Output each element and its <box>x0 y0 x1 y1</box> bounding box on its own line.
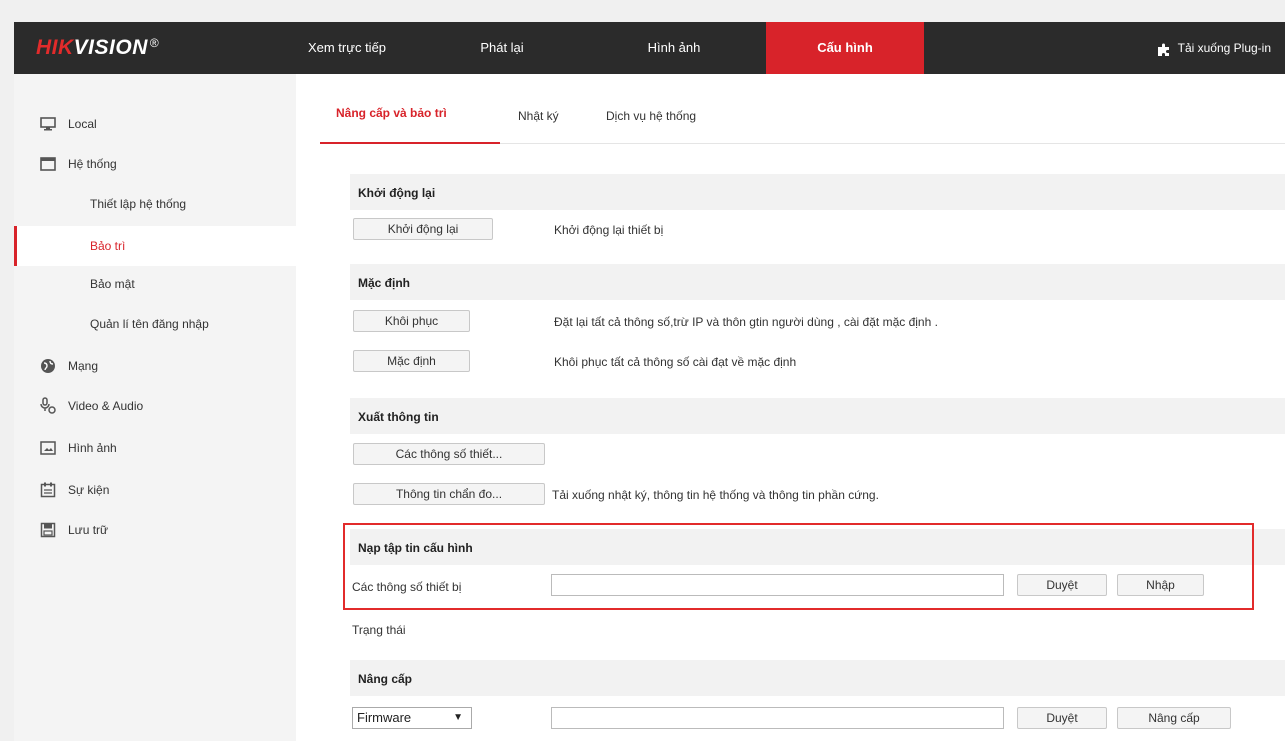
reboot-button[interactable]: Khởi động lại <box>353 218 493 240</box>
section-title: Khởi động lại <box>358 186 436 200</box>
top-navigation-bar: HIKVISION ® Xem trực tiếp Phát lại Hình ả… <box>14 22 1285 74</box>
sidebar-item-label: Bảo trì <box>90 239 126 253</box>
section-header-export: Xuất thông tin <box>350 398 1285 434</box>
globe-icon <box>38 356 58 376</box>
sidebar-item-label: Thiết lập hệ thống <box>90 197 187 211</box>
diagnostics-description: Tải xuống nhật ký, thông tin hệ thống và… <box>552 488 879 502</box>
upgrade-type-selected: Firmware <box>357 710 412 725</box>
default-description: Khôi phục tất cả thông số cài đạt về mặc… <box>554 355 797 369</box>
sidebar-item-system-settings[interactable]: Thiết lập hệ thống <box>14 184 296 224</box>
storage-icon <box>38 520 58 540</box>
image-icon <box>38 438 58 458</box>
monitor-icon <box>38 114 58 134</box>
logo-red-text: HIK <box>36 36 74 59</box>
puzzle-icon <box>1157 43 1169 56</box>
section-header-default: Mặc định <box>350 264 1285 300</box>
chevron-down-icon: ▼ <box>453 712 463 723</box>
export-device-params-button[interactable]: Các thông số thiết... <box>353 443 545 465</box>
section-title: Xuất thông tin <box>358 410 439 424</box>
tab-log[interactable]: Nhật ký <box>518 109 559 123</box>
audio-video-icon <box>38 396 58 416</box>
download-plugin-label: Tải xuống Plug-in <box>1177 41 1271 55</box>
sidebar-item-label: Quản lí tên đăng nhập <box>90 317 209 331</box>
sidebar-item-label: Hình ảnh <box>68 441 117 455</box>
sidebar: Local Hệ thống Thiết lập hệ thống Bảo tr… <box>14 74 299 741</box>
sidebar-item-events[interactable]: Sự kiện <box>14 470 296 510</box>
sidebar-item-label: Lưu trữ <box>68 523 109 537</box>
logo-white-text: VISION <box>73 36 148 59</box>
upgrade-browse-button[interactable]: Duyệt <box>1017 707 1107 729</box>
sidebar-item-local[interactable]: Local <box>14 104 296 144</box>
upgrade-type-select[interactable]: Firmware ▼ <box>352 707 472 729</box>
logo-registered-mark: ® <box>149 36 160 50</box>
status-label: Trạng thái <box>352 623 406 637</box>
section-header-upgrade: Nâng cấp <box>350 660 1285 696</box>
sidebar-item-video-audio[interactable]: Video & Audio <box>14 386 296 426</box>
restore-description: Đặt lại tất cả thông số,trừ IP và thôn g… <box>554 315 938 329</box>
nav-image[interactable]: Hình ảnh <box>614 22 734 74</box>
sidebar-item-label: Mạng <box>68 359 99 373</box>
sidebar-item-label: Sự kiện <box>68 483 110 497</box>
sidebar-item-system[interactable]: Hệ thống <box>14 144 296 184</box>
calendar-icon <box>38 480 58 500</box>
section-title: Nâng cấp <box>358 672 413 686</box>
sidebar-item-label: Local <box>68 117 97 131</box>
sidebar-item-network[interactable]: Mạng <box>14 346 296 386</box>
section-title: Mặc định <box>358 276 411 290</box>
upgrade-button[interactable]: Nâng cấp <box>1117 707 1231 729</box>
nav-playback[interactable]: Phát lại <box>452 22 552 74</box>
restore-button[interactable]: Khôi phục <box>353 310 470 332</box>
hikvision-logo: HIKVISION ® <box>36 36 159 60</box>
sidebar-item-label: Video & Audio <box>68 399 144 413</box>
active-tab-indicator <box>320 142 500 144</box>
tab-system-service[interactable]: Dịch vụ hệ thống <box>606 109 696 123</box>
sidebar-item-maintenance[interactable]: Bảo trì <box>14 226 299 266</box>
nav-live-view[interactable]: Xem trực tiếp <box>282 22 412 74</box>
sidebar-item-storage[interactable]: Lưu trữ <box>14 510 296 550</box>
main-content: Nâng cấp và bảo trì Nhật ký Dịch vụ hệ t… <box>296 74 1285 741</box>
sidebar-item-image[interactable]: Hình ảnh <box>14 428 296 468</box>
default-button[interactable]: Mặc định <box>353 350 470 372</box>
section-header-reboot: Khởi động lại <box>350 174 1285 210</box>
highlight-box <box>343 523 1254 610</box>
download-plugin-link[interactable]: Tải xuống Plug-in <box>1156 22 1271 74</box>
sidebar-item-label: Hệ thống <box>68 157 117 171</box>
nav-configuration[interactable]: Cấu hình <box>766 22 924 74</box>
sidebar-item-user-management[interactable]: Quản lí tên đăng nhập <box>14 304 296 344</box>
upgrade-file-path-input[interactable] <box>551 707 1004 729</box>
tab-upgrade-maintenance[interactable]: Nâng cấp và bảo trì <box>336 106 447 120</box>
reboot-description: Khởi động lại thiết bị <box>554 223 664 237</box>
sidebar-item-label: Bảo mật <box>90 277 135 291</box>
system-window-icon <box>38 154 58 174</box>
sidebar-item-security[interactable]: Bảo mật <box>14 264 296 304</box>
export-diagnostics-button[interactable]: Thông tin chẩn đo... <box>353 483 545 505</box>
